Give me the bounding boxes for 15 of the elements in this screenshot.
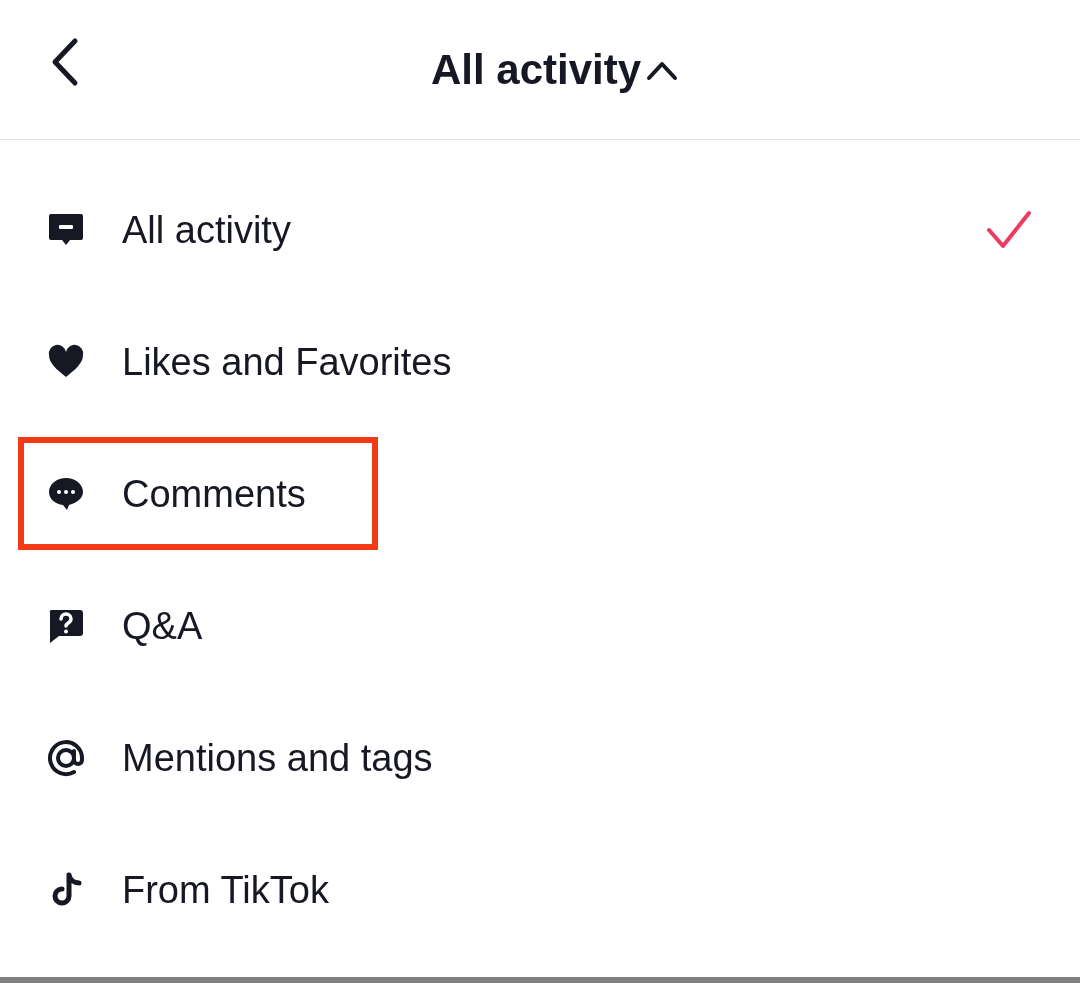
question-bubble-icon [47,607,85,645]
menu-item-label: Mentions and tags [122,739,434,777]
menu-item[interactable]: Mentions and tags [0,692,1080,824]
menu-item[interactable]: Comments [0,428,1080,560]
menu-item[interactable]: All activity [0,164,1080,296]
menu-item-label: From TikTok [122,871,330,909]
menu-item-label: All activity [122,211,292,249]
menu-item-label: Q&A [122,607,204,645]
menu-item[interactable]: Q&A [0,560,1080,692]
header-title[interactable]: All activity [430,48,642,91]
menu-item[interactable]: Likes and Favorites [0,296,1080,428]
menu-item-label: Likes and Favorites [122,343,453,381]
at-sign-icon [47,739,85,777]
menu-item[interactable]: From TikTok [0,824,1080,956]
menu-item-label: Comments [122,475,307,513]
